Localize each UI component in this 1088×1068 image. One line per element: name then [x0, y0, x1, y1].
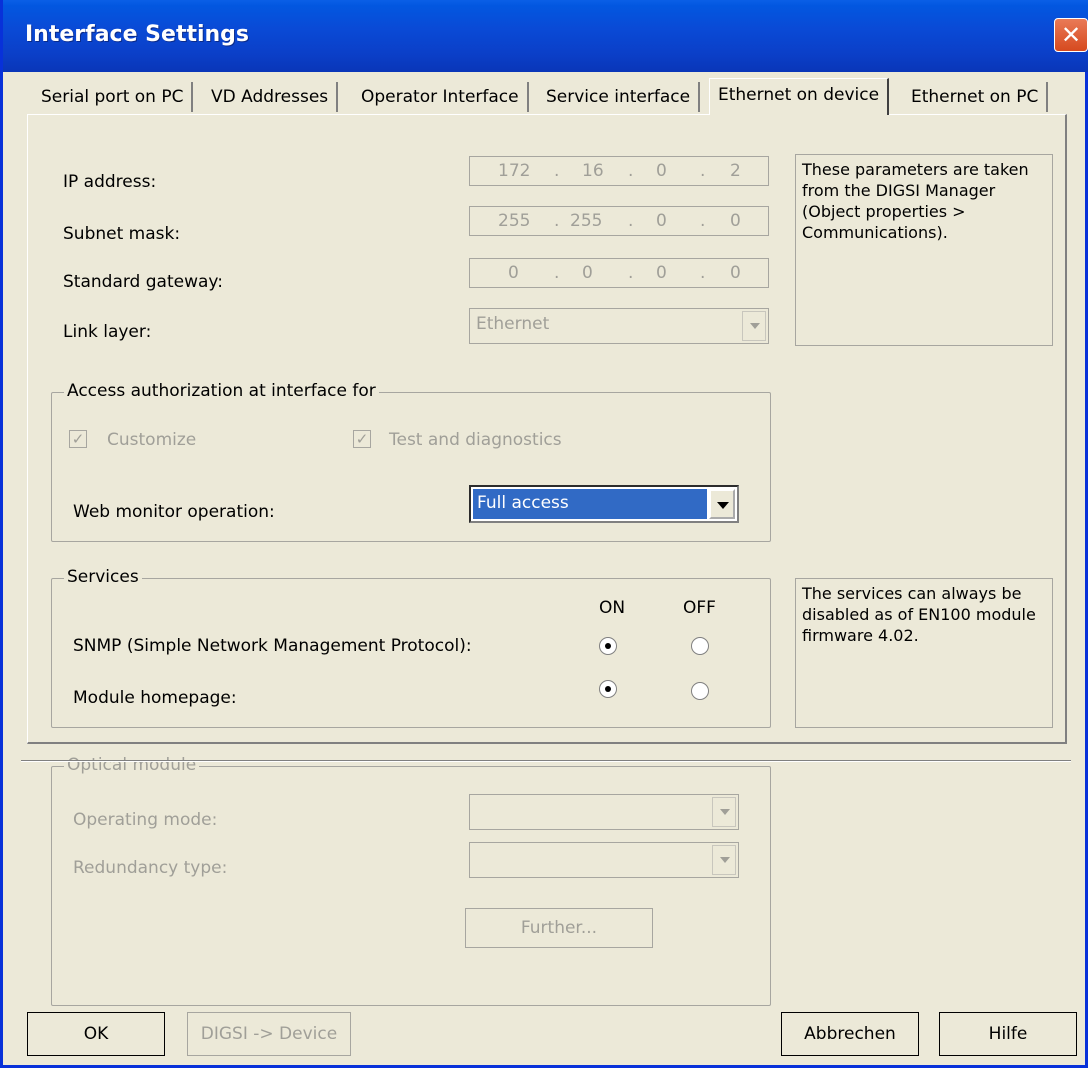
web-monitor-dropdown[interactable]: Full access: [469, 485, 739, 523]
gateway-octet: 0: [656, 263, 667, 283]
chevron-down-icon: [712, 845, 736, 875]
tab-ethernet-on-pc[interactable]: Ethernet on PC: [903, 82, 1049, 112]
link-layer-label: Link layer:: [63, 322, 152, 342]
title-bar[interactable]: Interface Settings ✕: [3, 0, 1088, 72]
ip-octet: 172: [498, 161, 531, 181]
checkmark-icon: ✓: [71, 430, 85, 448]
ip-address-field[interactable]: 172 . 16 . 0 . 2: [469, 156, 769, 186]
subnet-octet: 255: [498, 211, 531, 231]
tab-service-interface[interactable]: Service interface: [538, 82, 701, 112]
homepage-off-radio[interactable]: [691, 682, 709, 700]
chevron-down-icon: [712, 797, 736, 827]
ip-octet: 16: [582, 161, 604, 181]
module-homepage-label: Module homepage:: [73, 688, 237, 708]
footer-separator: [21, 760, 1071, 762]
snmp-off-radio[interactable]: [691, 637, 709, 655]
subnet-octet: 0: [656, 211, 667, 231]
web-monitor-label: Web monitor operation:: [73, 502, 275, 522]
operating-mode-dropdown[interactable]: [469, 794, 739, 830]
test-diagnostics-checkbox[interactable]: ✓: [353, 430, 371, 448]
close-icon: ✕: [1060, 21, 1082, 49]
subnet-mask-label: Subnet mask:: [63, 224, 181, 244]
tab-ethernet-on-device[interactable]: Ethernet on device: [709, 78, 890, 115]
on-column-header: ON: [599, 598, 626, 618]
digsi-to-device-button[interactable]: DIGSI -> Device: [187, 1012, 351, 1056]
customize-label: Customize: [107, 430, 197, 450]
tab-operator-interface[interactable]: Operator Interface: [353, 82, 529, 112]
off-column-header: OFF: [683, 598, 716, 618]
window-title: Interface Settings: [25, 22, 250, 47]
customize-checkbox[interactable]: ✓: [69, 430, 87, 448]
test-diagnostics-label: Test and diagnostics: [389, 430, 562, 450]
link-layer-value: Ethernet: [476, 314, 550, 334]
subnet-octet: 0: [730, 211, 741, 231]
ip-address-label: IP address:: [63, 172, 157, 192]
snmp-on-radio[interactable]: [599, 637, 617, 655]
ip-octet: 0: [656, 161, 667, 181]
snmp-label: SNMP (Simple Network Management Protocol…: [73, 636, 472, 656]
standard-gateway-label: Standard gateway:: [63, 272, 223, 292]
redundancy-type-label: Redundancy type:: [73, 858, 228, 878]
ok-button[interactable]: OK: [27, 1012, 165, 1056]
web-monitor-value: Full access: [473, 489, 707, 519]
chevron-down-icon: [742, 311, 766, 341]
subnet-mask-field[interactable]: 255 . 255 . 0 . 0: [469, 206, 769, 236]
chevron-down-icon[interactable]: [709, 489, 735, 519]
standard-gateway-field[interactable]: 0 . 0 . 0 . 0: [469, 258, 769, 288]
access-group-title: Access authorization at interface for: [64, 381, 379, 401]
gateway-octet: 0: [730, 263, 741, 283]
services-info-note: The services can always be disabled as o…: [795, 578, 1053, 728]
network-info-note: These parameters are taken from the DIGS…: [795, 154, 1053, 346]
cancel-button[interactable]: Abbrechen: [781, 1012, 919, 1056]
close-button[interactable]: ✕: [1054, 18, 1088, 52]
tab-vd-addresses[interactable]: VD Addresses: [203, 82, 339, 112]
gateway-octet: 0: [582, 263, 593, 283]
subnet-octet: 255: [570, 211, 603, 231]
operating-mode-label: Operating mode:: [73, 810, 218, 830]
checkmark-icon: ✓: [355, 430, 369, 448]
redundancy-type-dropdown[interactable]: [469, 842, 739, 878]
link-layer-dropdown[interactable]: Ethernet: [469, 308, 769, 344]
optical-group-title: Optical module: [64, 755, 200, 775]
further-button[interactable]: Further...: [465, 908, 653, 948]
ip-octet: 2: [730, 161, 741, 181]
services-group-title: Services: [64, 567, 142, 587]
homepage-on-radio[interactable]: [599, 680, 617, 698]
interface-settings-window: Interface Settings ✕ Serial port on PC V…: [0, 0, 1088, 1068]
gateway-octet: 0: [508, 263, 519, 283]
help-button[interactable]: Hilfe: [939, 1012, 1077, 1056]
tab-serial-port[interactable]: Serial port on PC: [33, 82, 194, 112]
